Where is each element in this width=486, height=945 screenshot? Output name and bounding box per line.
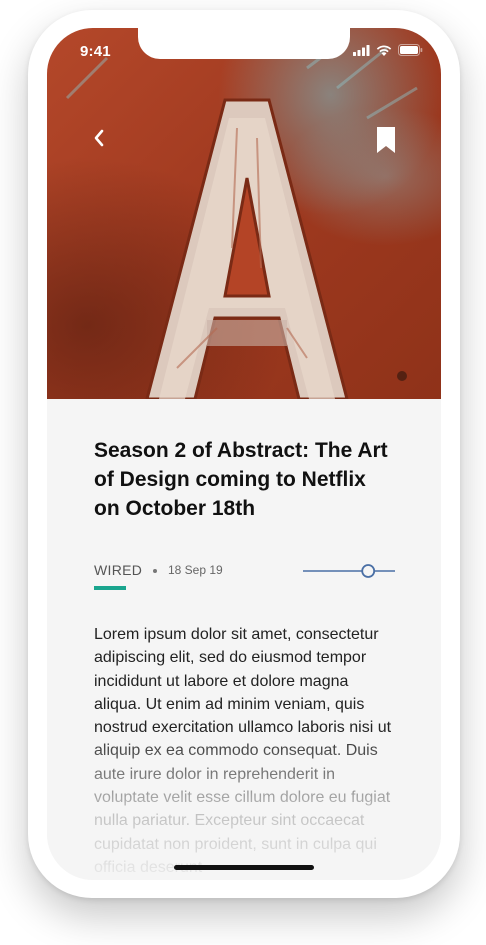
- slider-thumb: [361, 564, 376, 578]
- article-title: Season 2 of Abstract: The Art of Design …: [94, 439, 388, 520]
- article-meta: WIRED 18 Sep 19: [94, 562, 395, 602]
- bookmark-icon: [377, 127, 395, 153]
- text-size-slider[interactable]: [303, 562, 395, 580]
- device-notch: [138, 28, 350, 59]
- article-date: 18 Sep 19: [168, 563, 223, 577]
- article: Season 2 of Abstract: The Art of Design …: [94, 436, 395, 876]
- hero-image: [47, 28, 441, 399]
- status-icons: [353, 44, 423, 56]
- meta-separator-dot: [153, 569, 157, 573]
- article-source[interactable]: WIRED: [94, 562, 142, 578]
- bookmark-button[interactable]: [375, 126, 397, 154]
- screen: 9:41 Season 2 of Abstract: The Art of De…: [47, 28, 441, 880]
- back-button[interactable]: [87, 126, 111, 150]
- chevron-left-icon: [94, 129, 104, 147]
- article-body: Lorem ipsum dolor sit amet, consectetur …: [94, 626, 392, 876]
- cellular-signal-icon: [353, 44, 370, 56]
- status-bar: 9:41: [47, 28, 441, 72]
- battery-icon: [398, 44, 423, 56]
- phone-frame: 9:41 Season 2 of Abstract: The Art of De…: [28, 10, 460, 898]
- home-indicator[interactable]: [174, 865, 314, 870]
- wifi-icon: [376, 45, 392, 56]
- source-accent-underline: [94, 586, 126, 590]
- status-time: 9:41: [80, 43, 111, 60]
- letter-a-sign: [65, 36, 418, 399]
